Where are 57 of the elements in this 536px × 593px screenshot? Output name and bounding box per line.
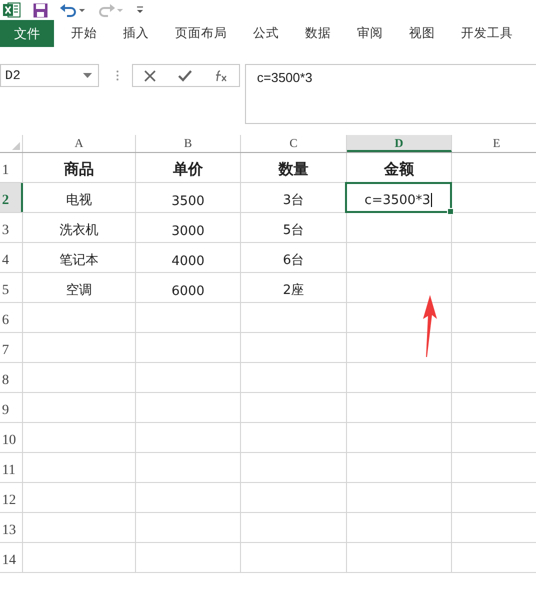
checkmark-icon[interactable]	[178, 70, 192, 82]
save-icon[interactable]	[33, 2, 48, 18]
column-header[interactable]: B	[136, 135, 241, 152]
table-cell-text: 洗衣机	[58, 222, 100, 240]
row-header[interactable]: 6	[0, 303, 23, 332]
table-cell-text: 数量	[277, 159, 310, 180]
row-header[interactable]: 7	[0, 333, 23, 362]
table-cell-text: 5台	[282, 222, 306, 240]
row-header[interactable]: 14	[0, 543, 23, 572]
row-header[interactable]: 1	[0, 153, 23, 182]
row-header[interactable]: 4	[0, 243, 23, 272]
column-header[interactable]: A	[23, 135, 136, 152]
fill-handle[interactable]	[447, 208, 454, 215]
row-header[interactable]: 11	[0, 453, 23, 482]
row-header[interactable]: 8	[0, 363, 23, 392]
ribbon-tab[interactable]: 页面布局	[175, 20, 227, 47]
ribbon-tab[interactable]: 开发工具	[461, 20, 513, 47]
table-cell-text: 4000	[170, 253, 206, 271]
text-cursor	[431, 193, 432, 207]
table-cell-text: 单价	[172, 159, 204, 180]
column-header[interactable]: D	[347, 135, 452, 152]
ribbon-tab[interactable]: 开始	[71, 20, 97, 47]
function-icon[interactable]	[214, 70, 228, 82]
cancel-icon[interactable]	[144, 70, 156, 82]
active-cell: c=3500*3	[345, 182, 452, 213]
row-header[interactable]: 2	[0, 183, 23, 212]
column-header[interactable]: E	[452, 135, 536, 152]
ribbon-tab[interactable]: 公式	[253, 20, 279, 47]
row-header[interactable]: 13	[0, 513, 23, 542]
ribbon-tab[interactable]: 审阅	[357, 20, 383, 47]
table-cell-text: 电视	[65, 192, 93, 210]
ribbon-tab[interactable]: 插入	[123, 20, 149, 47]
row-header[interactable]: 5	[0, 273, 23, 302]
table-cell-text: 6000	[170, 283, 206, 301]
ribbon-tab[interactable]: 数据	[305, 20, 331, 47]
table-cell-text: 商品	[63, 159, 95, 180]
row-header[interactable]: 10	[0, 423, 23, 452]
table-cell-text: 6台	[282, 252, 306, 270]
table-cell-text: 3台	[282, 192, 306, 210]
row-header[interactable]: 12	[0, 483, 23, 512]
row-header[interactable]: 9	[0, 393, 23, 422]
customize-menu-icon[interactable]	[136, 6, 144, 14]
undo-icon[interactable]	[60, 3, 86, 17]
row-header[interactable]: 3	[0, 213, 23, 242]
table-cell-text: 3500	[170, 193, 206, 211]
annotation-arrow	[422, 295, 438, 357]
table-cell-text: 3000	[170, 223, 206, 241]
ribbon-tab[interactable]: 视图	[409, 20, 435, 47]
table-cell-text: 空调	[65, 282, 93, 300]
name-box[interactable]: D2	[0, 64, 99, 87]
table-cell-text: 金额	[382, 159, 415, 180]
grip-icon	[116, 70, 119, 81]
dropdown-arrow-icon[interactable]	[83, 73, 92, 78]
file-tab[interactable]: 文件	[0, 20, 54, 47]
table-cell-text: 2座	[282, 282, 306, 300]
formula-input[interactable]: c=3500*3	[245, 64, 536, 124]
table-cell-text: 笔记本	[58, 252, 100, 270]
